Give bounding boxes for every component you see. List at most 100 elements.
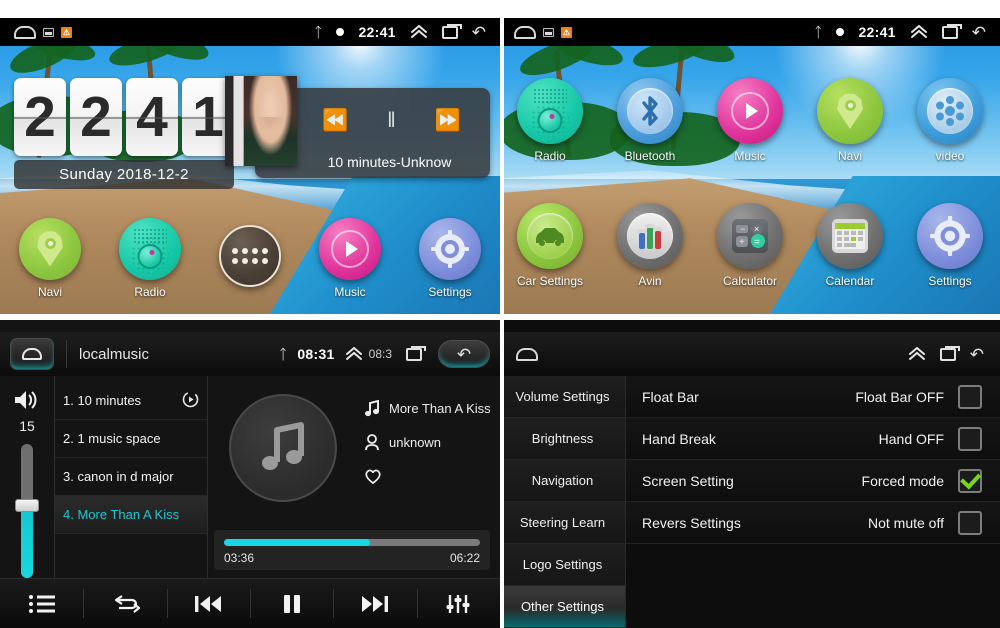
settings-list: Float Bar Float Bar OFF Hand Break Hand …	[626, 376, 1000, 628]
clock-digit: 2	[70, 78, 122, 156]
equalizer-button[interactable]	[416, 579, 500, 628]
back-icon[interactable]: ↶	[970, 346, 984, 363]
home-icon[interactable]	[516, 347, 538, 361]
app-item-car-settings[interactable]: Car Settings	[500, 203, 600, 288]
row-checkbox[interactable]	[958, 510, 982, 535]
app-grid-panel: ⚠ ᛏ 22:41 ↶ Radio Bluetooth Music Navi v…	[500, 0, 1000, 314]
app-item-calendar[interactable]: Calendar	[800, 203, 900, 288]
row-checkbox[interactable]	[958, 426, 982, 451]
settings-row-float-bar[interactable]: Float Bar Float Bar OFF	[626, 376, 1000, 418]
home-icon[interactable]	[514, 25, 536, 39]
dock-item-navi[interactable]: Navi	[6, 217, 94, 299]
track-name-row: More Than A Kiss	[364, 400, 500, 417]
settings-row-hand-break[interactable]: Hand Break Hand OFF	[626, 418, 1000, 460]
pause-icon	[283, 594, 300, 613]
warning-badge-icon: ⚠	[61, 26, 72, 38]
chevron-up-icon[interactable]	[410, 25, 428, 39]
recents-icon[interactable]	[939, 345, 960, 361]
chevron-up-icon[interactable]	[910, 25, 928, 39]
next-button[interactable]	[333, 579, 416, 628]
home-icon[interactable]	[14, 25, 36, 39]
dock-item-app-drawer[interactable]	[206, 224, 294, 292]
app-label: Avin	[638, 274, 662, 288]
sidebar-item-steering-learn[interactable]: Steering Learn	[500, 502, 625, 544]
dock-item-settings[interactable]: Settings	[406, 217, 494, 299]
repeat-button[interactable]	[83, 579, 166, 628]
list-item[interactable]: 3. canon in d major	[55, 458, 207, 496]
status-time: 08:31	[297, 346, 335, 362]
playlist[interactable]: 1. 10 minutes 2. 1 music space 3. canon …	[55, 376, 207, 578]
album-art	[208, 382, 358, 502]
chevron-up-icon[interactable]	[345, 347, 363, 361]
pause-button[interactable]	[249, 579, 333, 628]
previous-button[interactable]	[166, 579, 250, 628]
home-button[interactable]	[10, 338, 54, 370]
sidebar-label: Navigation	[531, 473, 594, 488]
sidebar-item-navigation[interactable]: Navigation	[500, 460, 625, 502]
volume-thumb[interactable]	[15, 499, 39, 513]
artist-row: unknown	[364, 434, 500, 451]
svg-text:−: −	[740, 224, 745, 234]
track-label: 3. canon in d major	[63, 469, 174, 484]
widget-previous-button[interactable]: ⏪	[322, 110, 348, 131]
row-label: Revers Settings	[642, 514, 741, 531]
status-time: 22:41	[358, 24, 396, 40]
sidebar-item-logo-settings[interactable]: Logo Settings	[500, 544, 625, 586]
widget-next-button[interactable]: ⏩	[434, 110, 460, 131]
back-icon[interactable]: ↶	[972, 24, 986, 41]
repeat-icon	[114, 594, 140, 613]
list-item[interactable]: 4. More Than A Kiss	[55, 496, 207, 534]
app-label: Music	[734, 149, 766, 163]
app-item-video[interactable]: video	[900, 78, 1000, 163]
heart-icon[interactable]	[364, 468, 382, 484]
list-button[interactable]	[0, 579, 83, 628]
app-item-calculator[interactable]: − × + = Calculator	[700, 203, 800, 288]
bluetooth-icon: ᛏ	[814, 24, 823, 40]
sd-badge-icon	[543, 27, 554, 37]
previous-icon	[195, 595, 222, 612]
status-time: 22:41	[858, 24, 896, 40]
row-checkbox[interactable]	[958, 468, 982, 493]
widget-pause-button[interactable]: ‖	[387, 110, 396, 131]
back-icon[interactable]: ↶	[472, 24, 486, 41]
sidebar-label: Volume Settings	[515, 389, 610, 404]
app-item-bluetooth[interactable]: Bluetooth	[600, 78, 700, 163]
music-widget[interactable]: ⏪ ‖ ⏩ 10 minutes-Unknow	[225, 76, 490, 178]
list-item[interactable]: 1. 10 minutes	[55, 382, 207, 420]
bluetooth-icon	[617, 78, 683, 144]
player-status-bar: localmusic ᛏ 08:31 08:3 ↶	[0, 332, 500, 376]
progress-section[interactable]: 03:36 06:22	[214, 530, 490, 570]
radio-icon	[119, 217, 181, 280]
back-button[interactable]: ↶	[438, 340, 490, 368]
recents-icon[interactable]	[441, 23, 462, 39]
home-dock: Navi Radio Music Settings	[0, 210, 500, 306]
dock-item-radio[interactable]: Radio	[106, 217, 194, 299]
history-icon[interactable]	[182, 391, 199, 411]
progress-bar[interactable]	[224, 539, 480, 546]
recents-icon[interactable]	[406, 345, 426, 361]
app-item-settings[interactable]: Settings	[900, 203, 1000, 288]
app-label: video	[935, 149, 965, 163]
app-item-avin[interactable]: Avin	[600, 203, 700, 288]
volume-slider[interactable]	[15, 444, 39, 578]
sidebar-item-brightness[interactable]: Brightness	[500, 418, 625, 460]
settings-row-screen-setting[interactable]: Screen Setting Forced mode	[626, 460, 1000, 502]
chevron-up-icon[interactable]	[908, 347, 926, 361]
dock-item-music[interactable]: Music	[306, 217, 394, 299]
player-controls	[0, 578, 500, 628]
app-item-radio[interactable]: Radio	[500, 78, 600, 163]
list-item[interactable]: 2. 1 music space	[55, 420, 207, 458]
app-item-navi[interactable]: Navi	[800, 78, 900, 163]
favorite-row[interactable]	[364, 468, 500, 484]
center-margin	[500, 0, 504, 628]
video-icon	[917, 78, 983, 144]
recents-icon[interactable]	[941, 23, 962, 39]
sidebar-item-volume-settings[interactable]: Volume Settings	[500, 376, 625, 418]
next-icon	[361, 595, 388, 612]
clock-widget[interactable]: 2 2 4 1 Sunday 2018-12-2	[14, 78, 234, 189]
clock-digit: 4	[126, 78, 178, 156]
settings-row-revers-settings[interactable]: Revers Settings Not mute off	[626, 502, 1000, 544]
app-item-music[interactable]: Music	[700, 78, 800, 163]
sidebar-item-other-settings[interactable]: Other Settings	[500, 586, 625, 628]
row-checkbox[interactable]	[958, 384, 982, 409]
